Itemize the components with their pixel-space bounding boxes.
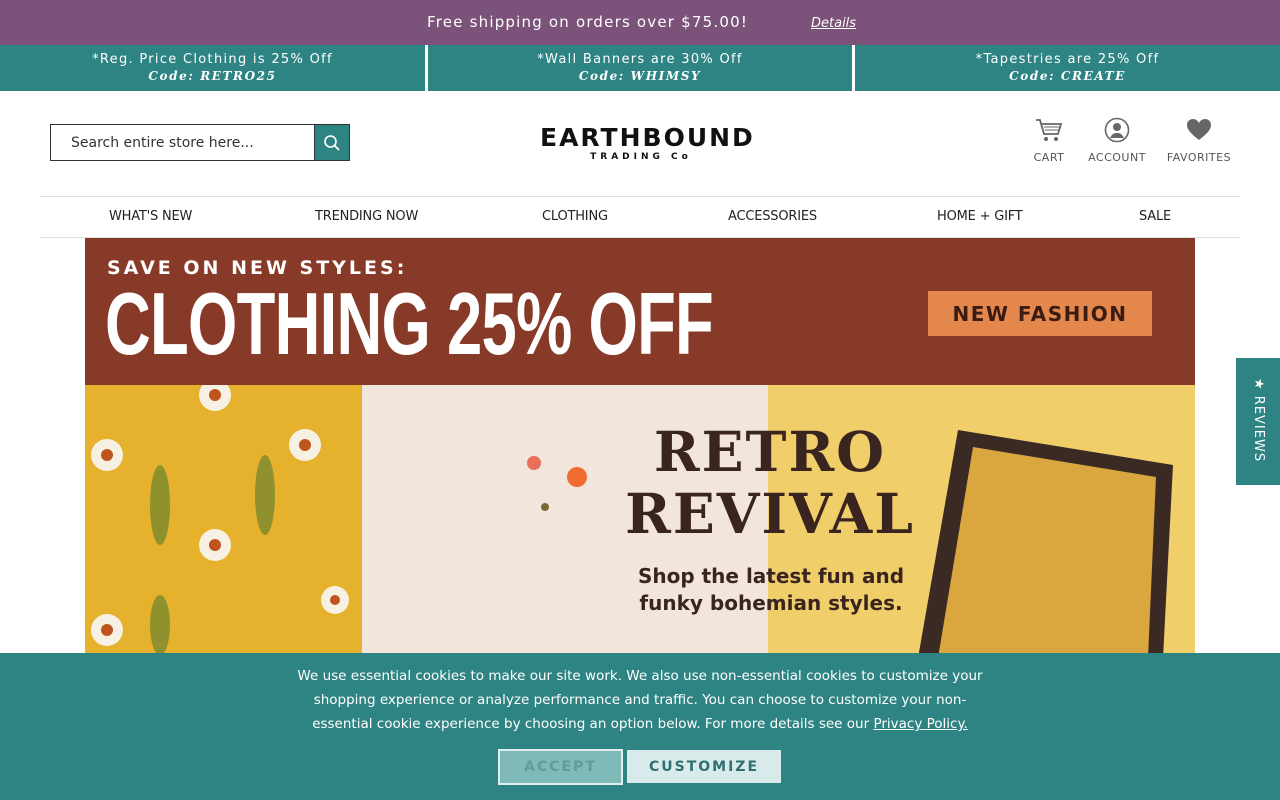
hero-subtext-line-2: funky bohemian styles. — [639, 591, 903, 615]
hero-subtext-line-1: Shop the latest fun and — [637, 564, 905, 588]
customize-button[interactable]: CUSTOMIZE — [627, 750, 781, 783]
favorites-link[interactable]: FAVORITES — [1165, 117, 1233, 164]
favorites-label: FAVORITES — [1166, 151, 1232, 164]
flower-pattern — [91, 385, 349, 655]
nav-item-accessories[interactable]: ACCESSORIES — [728, 209, 817, 224]
promo-code: Code: CREATE — [1009, 69, 1126, 83]
promo-code: Code: WHIMSY — [578, 69, 702, 83]
hero-sale-panel: SAVE ON NEW STYLES: CLOTHING 25% OFF NEW… — [85, 238, 1195, 385]
shipping-message: Free shipping on orders over $75.00! — [427, 13, 749, 31]
nav-item-clothing[interactable]: CLOTHING — [542, 209, 608, 224]
promo-clothing[interactable]: *Reg. Price Clothing is 25% Off Code: RE… — [0, 45, 425, 91]
site-header: EARTHBOUND TRADING Co CART ACCOUNT FAVOR… — [0, 91, 1280, 197]
logo-wordmark: EARTHBOUND — [540, 123, 755, 152]
cookie-banner: We use essential cookies to make our sit… — [0, 653, 1280, 800]
privacy-policy-link[interactable]: Privacy Policy. — [873, 716, 967, 732]
search-input[interactable] — [51, 125, 314, 160]
account-link[interactable]: ACCOUNT — [1085, 117, 1149, 164]
search-button[interactable] — [314, 125, 349, 160]
accept-button[interactable]: ACCEPT — [498, 749, 623, 785]
cart-link[interactable]: CART — [1030, 117, 1068, 164]
new-fashion-button[interactable]: NEW FASHION — [928, 291, 1152, 336]
hero-banner[interactable]: SAVE ON NEW STYLES: CLOTHING 25% OFF NEW… — [85, 238, 1195, 658]
user-icon — [1104, 117, 1130, 143]
hero-image: RETRO REVIVAL Shop the latest fun and fu… — [85, 385, 1195, 658]
logo-subtitle: TRADING Co — [590, 152, 692, 162]
reviews-tab[interactable]: ★ REVIEWS — [1236, 358, 1280, 485]
cookie-text: We use essential cookies to make our sit… — [290, 664, 990, 736]
promo-code: Code: RETRO25 — [148, 69, 277, 83]
hero-subtext: Shop the latest fun and funky bohemian s… — [625, 563, 917, 617]
retro-line-1: RETRO — [653, 419, 887, 484]
account-label: ACCOUNT — [1088, 151, 1146, 164]
promo-text: *Wall Banners are 30% Off — [537, 52, 743, 67]
details-link[interactable]: Details — [811, 16, 856, 31]
cart-label: CART — [1033, 151, 1065, 164]
site-logo[interactable]: EARTHBOUND TRADING Co — [540, 123, 755, 162]
promo-strip: *Reg. Price Clothing is 25% Off Code: RE… — [0, 45, 1280, 91]
retro-revival-title: RETRO REVIVAL — [615, 421, 925, 545]
promo-tapestries[interactable]: *Tapestries are 25% Off Code: CREATE — [855, 45, 1280, 91]
nav-item-trending-now[interactable]: TRENDING NOW — [315, 209, 418, 224]
retro-line-2: REVIVAL — [625, 481, 915, 546]
promo-text: *Reg. Price Clothing is 25% Off — [92, 52, 333, 67]
nav-item-sale[interactable]: SALE — [1139, 209, 1171, 224]
hero-headline: CLOTHING 25% OFF — [105, 274, 714, 373]
reviews-label: ★ REVIEWS — [1251, 378, 1266, 463]
promo-wall-banners[interactable]: *Wall Banners are 30% Off Code: WHIMSY — [428, 45, 852, 91]
shipping-banner: Free shipping on orders over $75.00! Det… — [0, 0, 1280, 45]
search-icon — [324, 134, 340, 151]
cart-icon — [1036, 119, 1063, 141]
nav-item-home-gift[interactable]: HOME + GIFT — [937, 209, 1023, 224]
nav-item-whats-new[interactable]: WHAT'S NEW — [109, 209, 192, 224]
heart-icon — [1187, 119, 1211, 140]
main-nav: WHAT'S NEW TRENDING NOW CLOTHING ACCESSO… — [40, 196, 1240, 238]
search-bar — [50, 124, 350, 161]
retro-wallpaper — [85, 385, 362, 658]
promo-text: *Tapestries are 25% Off — [975, 52, 1160, 67]
